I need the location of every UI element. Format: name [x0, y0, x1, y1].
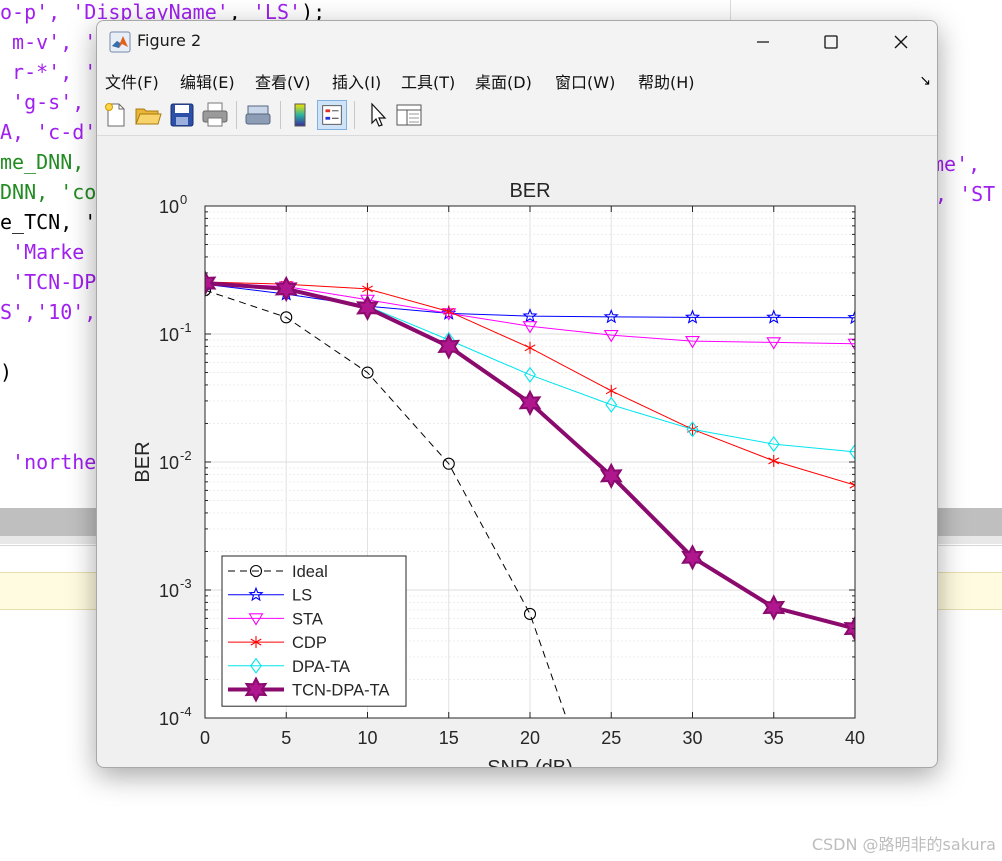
menu-window[interactable]: 窗口(W): [555, 69, 615, 93]
menu-bar: 文件(F) 编辑(E) 查看(V) 插入(I) 工具(T) 桌面(D) 窗口(W…: [97, 63, 937, 95]
open-icon[interactable]: [133, 100, 163, 130]
code-line: S','10',: [0, 300, 97, 324]
maximize-icon: [824, 35, 838, 49]
legend-icon[interactable]: [317, 100, 347, 130]
legend-label: STA: [292, 610, 323, 628]
x-tick-label: 30: [682, 728, 702, 748]
code-line: m-v', ': [0, 30, 97, 54]
y-tick-label: 10: [159, 581, 179, 601]
code-line: A, 'c-d': [0, 120, 97, 144]
figure-window[interactable]: Figure 2 文件(F) 编辑(E) 查看(V) 插入(I) 工具(T) 桌…: [96, 20, 938, 768]
y-tick-label: 10: [159, 325, 179, 345]
menu-help[interactable]: 帮助(H): [638, 69, 695, 93]
x-tick-label: 20: [520, 728, 540, 748]
plot-area[interactable]: 051015202530354010010-110-210-310-4BERSN…: [97, 136, 937, 767]
legend-label: DPA-TA: [292, 658, 350, 676]
colorbar-icon[interactable]: [285, 100, 315, 130]
menu-edit[interactable]: 编辑(E): [180, 69, 235, 93]
matlab-icon: [109, 31, 131, 53]
code-line: r-*', ': [0, 60, 97, 84]
print-icon[interactable]: [200, 100, 230, 130]
code-line: e_TCN, ': [0, 210, 97, 234]
new-figure-icon[interactable]: [101, 100, 131, 130]
toolbar-separator: [280, 101, 281, 129]
legend-label: CDP: [292, 634, 327, 652]
x-tick-label: 15: [439, 728, 459, 748]
code-line: DNN, 'co: [0, 180, 97, 204]
menu-dock-arrow-icon[interactable]: ↘: [919, 73, 931, 89]
toolbar-separator: [236, 101, 237, 129]
y-tick-label: 10: [159, 197, 179, 217]
pointer-icon[interactable]: [363, 100, 393, 130]
legend-label: TCN-DPA-TA: [292, 682, 389, 700]
y-tick-label-exponent: -1: [180, 320, 192, 335]
window-title: Figure 2: [137, 31, 202, 50]
toolbar-separator: [354, 101, 355, 129]
menu-insert[interactable]: 插入(I): [332, 69, 381, 93]
code-line: 'Marke: [0, 240, 85, 264]
code-right-line-2: , 'ST: [935, 182, 996, 206]
close-icon: [894, 35, 908, 49]
y-axis-label: BER: [132, 441, 154, 482]
code-line: 'northe: [0, 450, 97, 474]
legend-label: Ideal: [292, 563, 328, 581]
minimize-button[interactable]: [731, 21, 795, 63]
title-bar[interactable]: Figure 2: [97, 21, 937, 63]
menu-tools[interactable]: 工具(T): [401, 69, 455, 93]
maximize-button[interactable]: [799, 21, 863, 63]
x-tick-label: 25: [601, 728, 621, 748]
chart-title: BER: [509, 180, 550, 202]
figure-toolbar: [97, 95, 937, 136]
x-tick-label: 10: [357, 728, 377, 748]
code-line: me_DNN,: [0, 150, 85, 174]
code-line: 'g-s',: [0, 90, 85, 114]
x-tick-label: 5: [281, 728, 291, 748]
minimize-icon: [757, 41, 769, 43]
x-tick-label: 0: [200, 728, 210, 748]
y-tick-label-exponent: -4: [180, 704, 192, 719]
menu-desktop[interactable]: 桌面(D): [475, 69, 532, 93]
code-right-line-1: me',: [932, 152, 981, 176]
y-tick-label-exponent: -3: [180, 576, 192, 591]
legend: Ideal LS STA CDP DPA-TA TCN-DPA-TA: [221, 555, 407, 707]
code-line: 'TCN-DP: [0, 270, 97, 294]
y-tick-label-exponent: -2: [180, 448, 192, 463]
menu-view[interactable]: 查看(V): [255, 69, 310, 93]
property-inspector-icon[interactable]: [394, 100, 424, 130]
x-tick-label: 35: [764, 728, 784, 748]
link-plot-icon[interactable]: [243, 100, 273, 130]
close-button[interactable]: [869, 21, 933, 63]
x-axis-label: SNR (dB): [487, 757, 573, 767]
code-line: ): [0, 360, 13, 384]
y-tick-label-exponent: 0: [180, 192, 187, 207]
watermark: CSDN @路明非的sakura: [811, 835, 996, 854]
y-tick-label: 10: [159, 709, 179, 729]
y-tick-label: 10: [159, 453, 179, 473]
legend-label: LS: [292, 587, 312, 605]
x-tick-label: 40: [845, 728, 865, 748]
save-icon[interactable]: [167, 100, 197, 130]
menu-file[interactable]: 文件(F): [105, 69, 159, 93]
